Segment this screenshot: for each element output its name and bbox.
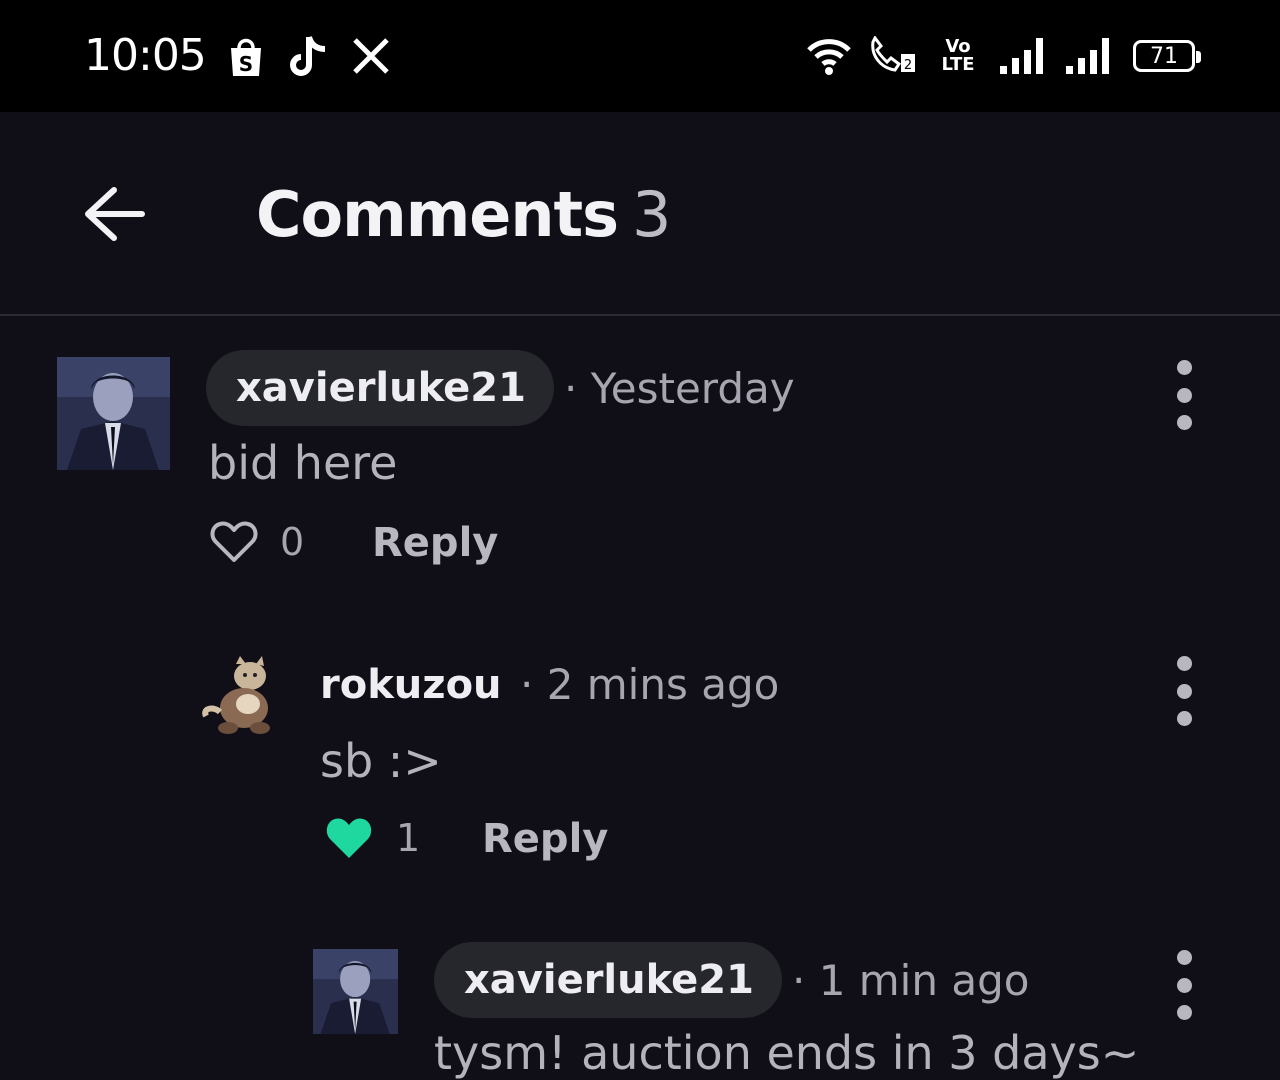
comment-time: · Yesterday bbox=[564, 364, 795, 413]
page-title: Comments 3 bbox=[256, 178, 672, 251]
more-options-icon[interactable] bbox=[1164, 360, 1204, 430]
wifi-calling-icon: 2 bbox=[866, 30, 918, 82]
comment-count: 3 bbox=[632, 178, 671, 251]
reply-button[interactable]: Reply bbox=[372, 520, 498, 566]
like-button[interactable]: 1 bbox=[324, 816, 420, 860]
comments-header: Comments 3 bbox=[0, 112, 1280, 316]
status-time: 10:05 bbox=[84, 30, 207, 81]
comment-text: sb :> bbox=[320, 734, 442, 788]
svg-text:2: 2 bbox=[904, 58, 912, 73]
username-pill[interactable]: xavierluke21 bbox=[206, 350, 554, 426]
heart-outline-icon bbox=[210, 521, 258, 562]
signal-sim1-icon bbox=[996, 30, 1048, 82]
title-label: Comments bbox=[256, 178, 619, 251]
more-options-icon[interactable] bbox=[1164, 950, 1204, 1020]
username-pill[interactable]: xavierluke21 bbox=[434, 942, 782, 1018]
reply-button[interactable]: Reply bbox=[482, 816, 608, 862]
volte-icon: Vo LTE bbox=[936, 30, 980, 82]
signal-sim2-icon bbox=[1062, 30, 1114, 82]
more-options-icon[interactable] bbox=[1164, 656, 1204, 726]
comment-text: bid here bbox=[208, 436, 398, 490]
x-icon bbox=[350, 30, 392, 82]
avatar[interactable] bbox=[313, 949, 398, 1034]
status-bar: 10:05 S 2 Vo LTE 71 bbox=[0, 0, 1280, 112]
comment-time: · 2 mins ago bbox=[520, 660, 780, 709]
battery-icon: 71 bbox=[1128, 30, 1201, 82]
svg-text:S: S bbox=[239, 52, 253, 76]
username[interactable]: rokuzou bbox=[320, 662, 502, 708]
avatar[interactable] bbox=[57, 357, 170, 470]
avatar[interactable] bbox=[198, 654, 284, 740]
username: xavierluke21 bbox=[236, 365, 526, 411]
like-count: 0 bbox=[280, 520, 305, 564]
heart-filled-icon bbox=[326, 818, 372, 858]
back-arrow-icon bbox=[85, 187, 145, 241]
comment-time: · 1 min ago bbox=[792, 956, 1030, 1005]
username: xavierluke21 bbox=[464, 957, 754, 1003]
comment-text: tysm! auction ends in 3 days~ bbox=[434, 1026, 1140, 1080]
wifi-icon bbox=[804, 30, 854, 82]
shopee-bag-icon: S bbox=[226, 30, 266, 82]
tiktok-icon bbox=[288, 30, 330, 82]
like-count: 1 bbox=[396, 816, 421, 860]
volte-label: Vo LTE bbox=[941, 36, 975, 75]
back-button[interactable] bbox=[80, 184, 150, 244]
like-button[interactable]: 0 bbox=[210, 520, 304, 564]
battery-level: 71 bbox=[1150, 43, 1178, 69]
